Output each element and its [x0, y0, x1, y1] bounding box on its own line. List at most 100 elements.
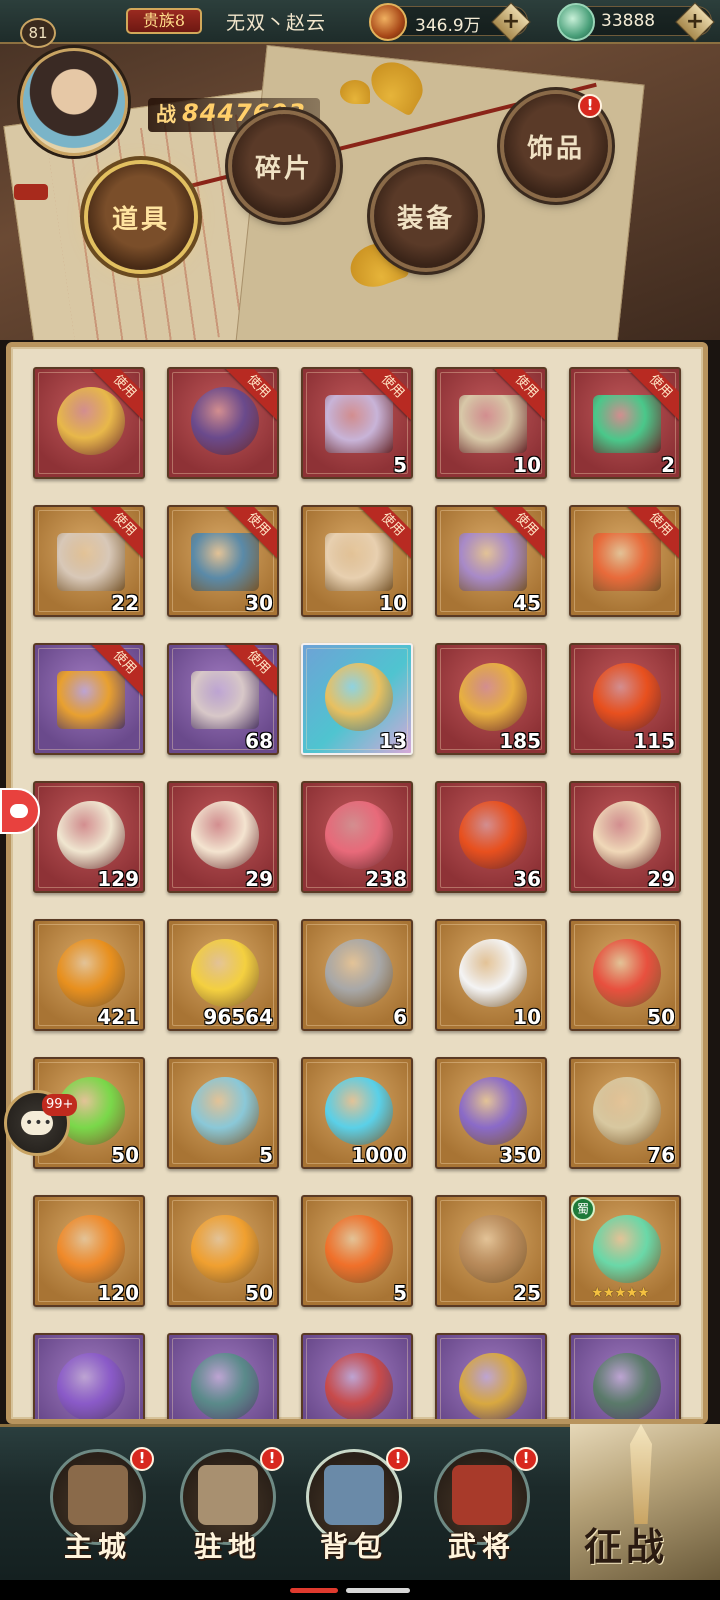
item-count: 29 [245, 867, 273, 891]
inventory-item[interactable]: 使用 68 [167, 643, 279, 755]
item-count: 96564 [203, 1005, 273, 1029]
nav-main-city[interactable]: 主城 ! [40, 1445, 160, 1571]
inventory-item[interactable]: 13 [301, 643, 413, 755]
inventory-item[interactable]: 5 [167, 1057, 279, 1169]
inventory-item[interactable]: 蜀 ★★★★★ [569, 1195, 681, 1307]
item-count: 13 [379, 729, 407, 753]
item-count: 25 [513, 1281, 541, 1305]
ivory-horn-icon [57, 801, 125, 869]
inventory-item[interactable]: 238 [301, 781, 413, 893]
inventory-item[interactable]: 129 [33, 781, 145, 893]
item-count: 115 [633, 729, 675, 753]
jade-key-icon [593, 1353, 661, 1419]
inventory-item[interactable]: 25 [435, 1195, 547, 1307]
sword-icon [630, 1424, 652, 1524]
nav-garrison[interactable]: 驻地 ! [170, 1445, 290, 1571]
inventory-item[interactable]: 使用 [33, 643, 145, 755]
item-count: 2 [661, 453, 675, 477]
inventory-item[interactable]: 使用 [167, 367, 279, 479]
inventory-item[interactable]: 29 [167, 781, 279, 893]
inventory-item[interactable]: 421 [33, 919, 145, 1031]
player-avatar[interactable] [20, 48, 128, 156]
player-name: 无双丶赵云 [226, 12, 327, 34]
inventory-item[interactable]: 使用 10 [301, 505, 413, 617]
tab-items[interactable]: 道具 [88, 164, 194, 270]
amber-crystal-icon [191, 1215, 259, 1283]
inventory-item[interactable]: 96564 [167, 919, 279, 1031]
player-level: 81 [20, 18, 56, 48]
inventory-item[interactable]: 使用 [33, 367, 145, 479]
red-dragon-token-icon [593, 663, 661, 731]
yin-yang-ring-icon [459, 939, 527, 1007]
inventory-item[interactable]: 使用 2 [569, 367, 681, 479]
inventory-item[interactable]: 10 [435, 919, 547, 1031]
inventory-item[interactable]: 使用 30 [167, 505, 279, 617]
flame-brazier-icon [325, 1215, 393, 1283]
item-count: 50 [111, 1143, 139, 1167]
add-coin-button[interactable]: + [491, 2, 531, 42]
nav-backpack[interactable]: 背包 ! [296, 1445, 416, 1571]
inventory-item[interactable]: 使用 [569, 505, 681, 617]
purple-token-icon [57, 1353, 125, 1419]
nav-indicator[interactable] [290, 1588, 338, 1593]
item-count: 6 [393, 1005, 407, 1029]
inventory-item[interactable]: 50 [167, 1195, 279, 1307]
alert-icon: ! [130, 1447, 154, 1471]
plus-icon: + [501, 9, 521, 34]
purple-cloth-icon [459, 1077, 527, 1145]
equipment-chest-gold-icon [191, 533, 259, 591]
coin-amount: 346.9万 [415, 16, 481, 36]
nav-label: 背包 [319, 1530, 388, 1563]
tab-fragments[interactable]: 碎片 [232, 114, 336, 218]
inventory-item[interactable]: 76 [569, 1057, 681, 1169]
inventory-item[interactable] [301, 1333, 413, 1419]
star-rating: ★★★★★ [591, 1285, 650, 1301]
inventory-panel: 使用 使用 使用 5 使用 10 使用 2 使用 22 使用 30 使用 10 使用 45 使用 使用 使用 68 13… [6, 342, 708, 1424]
inventory-item[interactable]: 115 [569, 643, 681, 755]
nav-generals[interactable]: 武将 ! [424, 1445, 544, 1571]
inventory-item[interactable]: 使用 22 [33, 505, 145, 617]
inventory-item[interactable]: 使用 45 [435, 505, 547, 617]
noble-rank-badge[interactable]: 贵族8 [126, 8, 202, 34]
inventory-item[interactable] [167, 1333, 279, 1419]
red-qilin-jade-icon [325, 801, 393, 869]
inventory-item[interactable]: 6 [301, 919, 413, 1031]
item-count: 120 [97, 1281, 139, 1305]
inventory-item[interactable]: 350 [435, 1057, 547, 1169]
bag-header-scene: 战 8447603 道具 碎片 装备 饰品 ! [0, 44, 720, 340]
alert-icon: ! [578, 94, 602, 118]
item-count: 10 [513, 453, 541, 477]
fire-orb-icon [57, 1215, 125, 1283]
item-count: 421 [97, 1005, 139, 1029]
inventory-item[interactable]: 50 [569, 919, 681, 1031]
red-gem-pendant-icon [459, 801, 527, 869]
inventory-item[interactable]: 5 [301, 1195, 413, 1307]
backpack-icon [324, 1465, 384, 1525]
item-count: 5 [393, 1281, 407, 1305]
add-jade-button[interactable]: + [675, 2, 715, 42]
inventory-item[interactable]: 使用 5 [301, 367, 413, 479]
alert-icon: ! [386, 1447, 410, 1471]
inventory-item[interactable]: 1000 [301, 1057, 413, 1169]
campaign-button[interactable]: 征战 [570, 1424, 720, 1580]
inventory-item[interactable]: 36 [435, 781, 547, 893]
inventory-item[interactable]: 120 [33, 1195, 145, 1307]
home-indicator[interactable] [346, 1588, 410, 1593]
blue-crystal-crown-icon [325, 663, 393, 731]
city-icon [68, 1465, 128, 1525]
jade-dragon-icon [557, 3, 595, 41]
inventory-item[interactable] [569, 1333, 681, 1419]
inventory-item[interactable] [33, 1333, 145, 1419]
inventory-item[interactable]: 使用 10 [435, 367, 547, 479]
item-count: 68 [245, 729, 273, 753]
inventory-item[interactable]: 185 [435, 643, 547, 755]
tab-equipment[interactable]: 装备 [374, 164, 478, 268]
jade-fish-icon [191, 1077, 259, 1145]
inventory-item[interactable] [435, 1333, 547, 1419]
golden-pearl-stand-icon [191, 939, 259, 1007]
inventory-item[interactable]: 29 [569, 781, 681, 893]
ginkgo-leaf-icon [340, 80, 370, 104]
garrison-icon [198, 1465, 258, 1525]
hero-orb-chest-red-2-icon [459, 395, 527, 453]
armillary-sphere-icon [459, 1353, 527, 1419]
